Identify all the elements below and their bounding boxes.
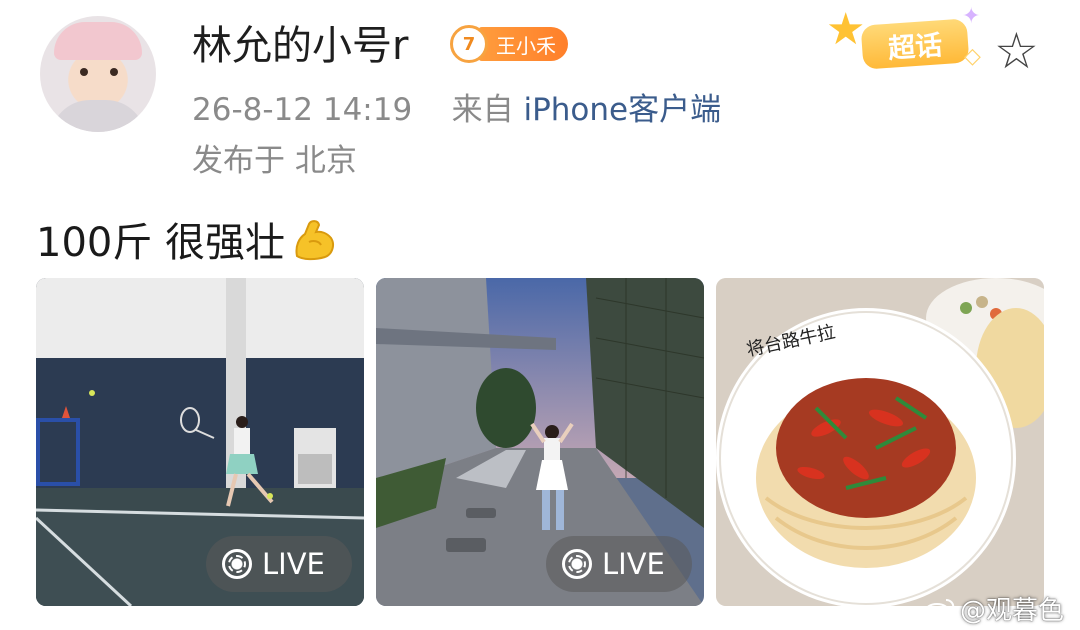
gem-icon: ◇ <box>964 44 981 69</box>
supertopic-label: 超话 <box>860 18 970 70</box>
live-photo-icon <box>562 549 592 579</box>
live-photo-icon <box>222 549 252 579</box>
author-avatar[interactable] <box>40 16 156 132</box>
post-timestamp: 26-8-12 14:19 <box>192 92 413 128</box>
street-evening-photo[interactable]: LIVE <box>376 278 704 606</box>
source-client-link[interactable]: iPhone客户端 <box>523 92 721 128</box>
avatar-eye <box>110 68 118 76</box>
avatar-body <box>50 100 146 132</box>
favorite-star-icon[interactable]: ☆ <box>994 22 1039 80</box>
avatar-hat <box>54 22 142 60</box>
live-label: LIVE <box>262 547 325 581</box>
supertopic-button[interactable]: ★ 超话 ✦ ◇ <box>826 4 986 72</box>
post-text-line: 100斤 很强壮 <box>36 216 337 269</box>
post-location: 发布于 北京 <box>192 143 357 179</box>
sparkle-icon: ✦ <box>962 4 981 29</box>
avatar-eye <box>80 68 88 76</box>
flexed-biceps-icon <box>295 220 335 261</box>
noodle-dish-illustration: 将台路牛拉 <box>716 278 1044 606</box>
author-name[interactable]: 林允的小号r <box>192 20 408 72</box>
fan-level: 7 <box>450 25 488 63</box>
noodle-dish-photo[interactable]: 将台路牛拉 <box>716 278 1044 606</box>
star-decoration-icon: ★ <box>826 4 866 55</box>
live-photo-badge[interactable]: LIVE <box>546 536 692 592</box>
fan-badge-name: 王小禾 <box>478 27 568 61</box>
live-photo-badge[interactable]: LIVE <box>206 536 352 592</box>
post-text: 100斤 很强壮 <box>36 220 286 266</box>
fan-badge[interactable]: 7 王小禾 <box>450 25 568 63</box>
live-label: LIVE <box>602 547 665 581</box>
watermark-handle: @观暮色 <box>960 596 1065 626</box>
post-meta: 26-8-12 14:19 来自 iPhone客户端 <box>192 88 721 132</box>
weibo-logo-icon <box>924 598 955 621</box>
tennis-court-photo[interactable]: LIVE <box>36 278 364 606</box>
weibo-watermark: @观暮色 <box>924 590 1064 627</box>
source-prefix: 来自 <box>451 92 514 128</box>
